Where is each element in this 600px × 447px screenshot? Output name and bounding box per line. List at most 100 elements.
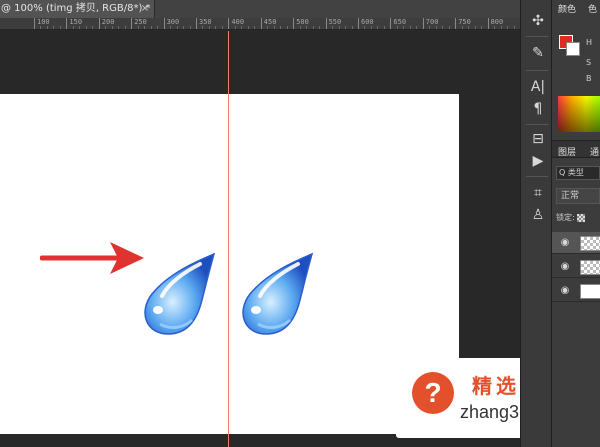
ruler-minor-tick <box>53 26 56 29</box>
ruler-minor-tick <box>494 26 497 29</box>
background-color-swatch[interactable] <box>566 42 580 56</box>
ruler-minor-tick <box>461 26 465 29</box>
ruler-minor-tick <box>306 26 309 29</box>
layers-tab-row: 图层 通 <box>552 140 600 158</box>
ruler-minor-tick <box>118 26 121 29</box>
ruler-minor-tick <box>474 26 478 29</box>
ruler-minor-tick <box>183 26 186 29</box>
ruler-minor-tick <box>377 26 380 29</box>
brightness-label: B <box>586 74 592 83</box>
ruler-minor-tick <box>416 26 419 29</box>
layer-row[interactable]: ◉ <box>552 256 600 278</box>
ruler-minor-tick <box>72 26 76 29</box>
ruler-minor-tick <box>507 26 510 29</box>
ruler-minor-tick <box>202 26 205 29</box>
water-drop-copy-image <box>242 252 314 335</box>
document-tab-bar: @ 100% (timg 拷贝, RGB/8*) * × <box>0 0 520 18</box>
eye-icon[interactable]: ◉ <box>559 261 571 273</box>
puzzle-icon[interactable]: ✣ <box>529 12 547 30</box>
document-tab-title: @ 100% (timg 拷贝, RGB/8*) * <box>1 3 151 14</box>
ruler-minor-tick <box>338 26 342 29</box>
ruler-minor-tick <box>409 26 413 29</box>
play-icon[interactable]: ▶ <box>529 152 547 170</box>
ruler-minor-tick <box>124 26 128 29</box>
lock-transparent-icon[interactable] <box>576 213 585 222</box>
ruler-minor-tick <box>215 26 218 29</box>
tab-swatches[interactable]: 色 <box>588 2 597 15</box>
ruler-minor-tick <box>85 26 89 29</box>
ruler-minor-tick <box>234 26 238 29</box>
brush-icon[interactable]: ✎ <box>529 44 547 62</box>
tab-color[interactable]: 颜色 <box>558 2 576 15</box>
ruler-minor-tick <box>345 26 348 29</box>
ruler-minor-tick <box>351 26 355 29</box>
ruler-minor-tick <box>92 26 95 29</box>
ruler-minor-tick <box>500 26 504 29</box>
layer-thumbnail <box>580 260 600 275</box>
ruler-minor-tick <box>40 26 43 29</box>
ruler-minor-tick <box>442 26 445 29</box>
paragraph-icon[interactable]: ¶ <box>529 100 547 118</box>
ruler-minor-tick <box>144 26 147 29</box>
blend-mode-select[interactable]: 正常 <box>556 188 600 204</box>
ruler-minor-tick <box>513 26 517 29</box>
crop-icon[interactable]: ⌗ <box>529 184 547 202</box>
ruler-minor-tick <box>170 26 173 29</box>
layer-row[interactable]: ◉ <box>552 232 600 254</box>
layer-kind-filter[interactable]: Q 类型 <box>556 166 600 180</box>
ruler-minor-tick <box>364 26 367 29</box>
ruler-minor-tick <box>267 26 270 29</box>
stamp-icon[interactable]: ⊟ <box>529 130 547 148</box>
lock-row: 锁定: <box>556 212 585 223</box>
ruler-minor-tick <box>299 26 303 29</box>
layer-row[interactable]: ◉ <box>552 280 600 302</box>
lock-label: 锁定: <box>556 213 575 222</box>
ruler-minor-tick <box>59 26 63 29</box>
ruler-minor-tick <box>280 26 283 29</box>
color-spectrum[interactable] <box>558 96 600 132</box>
ruler-minor-tick <box>332 26 335 29</box>
vertical-guide-line[interactable] <box>228 31 229 447</box>
question-icon: ? <box>412 372 454 414</box>
divider <box>526 36 548 37</box>
divider <box>526 70 548 71</box>
ruler-minor-tick <box>247 26 251 29</box>
ruler-minor-tick <box>157 26 160 29</box>
ruler-minor-tick <box>448 26 452 29</box>
ruler-minor-tick <box>79 26 82 29</box>
ruler-minor-tick <box>286 26 290 29</box>
eye-icon[interactable]: ◉ <box>559 237 571 249</box>
horizontal-ruler[interactable]: 100 150 200 250 300 350 400 450 500 550 600 650 700 7… <box>0 18 520 30</box>
layer-thumbnail <box>580 236 600 251</box>
ruler-minor-tick <box>254 26 257 29</box>
ruler-minor-tick <box>208 26 212 29</box>
ruler-minor-tick <box>150 26 154 29</box>
saturation-label: S <box>586 58 592 67</box>
hue-label: H <box>586 38 593 47</box>
panel-icon-column: ✣ ✎ A| ¶ ⊟ ▶ ⌗ ♙ <box>520 0 552 447</box>
ruler-minor-tick <box>189 26 193 29</box>
ruler-minor-tick <box>137 26 141 29</box>
ruler-minor-tick <box>241 26 244 29</box>
ruler-minor-tick <box>481 26 484 29</box>
type-icon[interactable]: A| <box>529 78 547 96</box>
ruler-minor-tick <box>273 26 277 29</box>
ruler-minor-tick <box>176 26 180 29</box>
tab-channels[interactable]: 通 <box>590 145 599 158</box>
divider <box>526 124 548 125</box>
ruler-minor-tick <box>312 26 316 29</box>
close-icon[interactable]: × <box>138 0 152 18</box>
ruler-minor-tick <box>319 26 322 29</box>
ruler-minor-tick <box>105 26 108 29</box>
ruler-minor-tick <box>46 26 50 29</box>
ruler-minor-tick <box>429 26 432 29</box>
layer-thumbnail <box>580 284 600 299</box>
ruler-minor-tick <box>435 26 439 29</box>
water-drop-image <box>144 252 216 335</box>
person-icon[interactable]: ♙ <box>529 206 547 224</box>
eye-icon[interactable]: ◉ <box>559 285 571 297</box>
document-tab[interactable]: @ 100% (timg 拷贝, RGB/8*) * × <box>0 0 155 18</box>
ruler-minor-tick <box>111 26 115 29</box>
ruler-minor-tick <box>370 26 374 29</box>
tab-layers[interactable]: 图层 <box>558 145 576 158</box>
